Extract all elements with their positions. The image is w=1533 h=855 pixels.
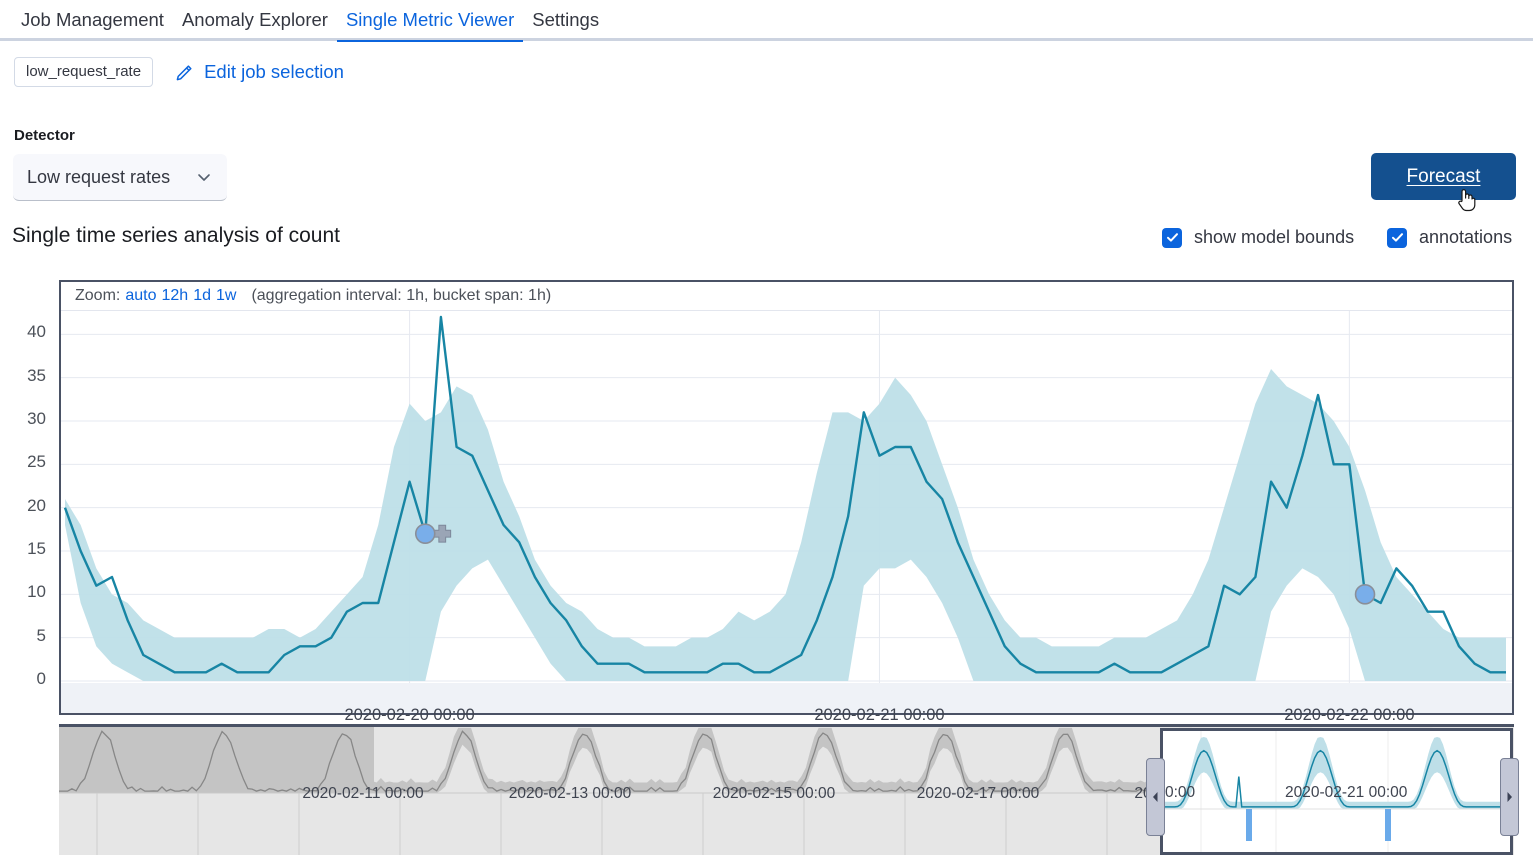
detector-label: Detector	[14, 127, 75, 144]
zoom-link-1d[interactable]: 1d	[193, 287, 211, 305]
page-title: Single time series analysis of count	[12, 224, 340, 248]
nav-tab-settings[interactable]: Settings	[523, 0, 608, 42]
brush-selection-window[interactable]: 0:00 2020-02-21 00:00	[1160, 728, 1513, 855]
y-axis-tick: 0	[37, 669, 46, 689]
job-selection-row: low_request_rate Edit job selection	[14, 57, 344, 87]
nav-tab-job-management[interactable]: Job Management	[12, 0, 173, 42]
checkmark-icon	[1387, 228, 1407, 248]
zoom-label: Zoom:	[75, 287, 120, 305]
zoom-link-12h[interactable]: 12h	[161, 287, 188, 305]
annotations-checkbox[interactable]: annotations	[1387, 227, 1512, 248]
anomaly-marker-2	[1356, 585, 1375, 604]
y-axis-tick: 5	[37, 626, 46, 646]
main-chart-frame: Zoom: auto 12h 1d 1w (aggregation interv…	[59, 280, 1514, 715]
context-x-axis-tick: 2020-02-11 00:00	[302, 785, 423, 803]
chevron-right-icon	[1505, 791, 1514, 803]
x-axis-tick: 2020-02-22 00:00	[1284, 706, 1414, 725]
annotations-label: annotations	[1419, 227, 1512, 248]
forecast-button-label: Forecast	[1407, 166, 1481, 188]
brush-annotation-marker	[1385, 809, 1391, 841]
context-x-axis-tick: 2020-02-13 00:00	[509, 785, 631, 803]
brush-annotation-marker	[1246, 809, 1252, 841]
job-badge[interactable]: low_request_rate	[14, 57, 153, 87]
edit-job-selection-button[interactable]: Edit job selection	[175, 61, 344, 83]
pencil-icon	[175, 62, 195, 82]
y-axis-tick: 35	[27, 366, 46, 386]
anomaly-marker-1	[416, 524, 435, 543]
y-axis-tick: 10	[27, 582, 46, 602]
zoom-link-1w[interactable]: 1w	[216, 287, 236, 305]
y-axis-tick: 30	[27, 409, 46, 429]
y-axis-tick: 20	[27, 496, 46, 516]
chevron-left-icon	[1151, 791, 1160, 803]
brush-handle-left[interactable]	[1146, 758, 1165, 836]
y-axis-tick: 25	[27, 452, 46, 472]
main-navigation: Job Management Anomaly Explorer Single M…	[0, 0, 1533, 41]
chevron-down-icon	[195, 168, 213, 186]
x-axis-tick: 2020-02-21 00:00	[814, 706, 944, 725]
detector-selected-value: Low request rates	[27, 167, 195, 188]
checkmark-icon	[1162, 228, 1182, 248]
main-plot-area[interactable]	[61, 311, 1512, 713]
context-x-axis-tick: 2020-02-15 00:00	[713, 785, 835, 803]
y-axis-tick: 15	[27, 539, 46, 559]
edit-job-selection-label: Edit job selection	[204, 61, 344, 83]
brush-partial-x-label: 0:00	[1165, 784, 1195, 802]
forecast-button[interactable]: Forecast	[1371, 153, 1516, 200]
show-model-bounds-checkbox[interactable]: show model bounds	[1162, 227, 1354, 248]
brush-selection-x-label: 2020-02-21 00:00	[1285, 784, 1407, 802]
brush-handle-right[interactable]	[1500, 758, 1519, 836]
y-axis-tick: 40	[27, 322, 46, 342]
pointer-hand-cursor	[1456, 187, 1478, 213]
zoom-link-auto[interactable]: auto	[125, 287, 156, 305]
nav-tab-single-metric-viewer[interactable]: Single Metric Viewer	[337, 0, 523, 42]
nav-tab-anomaly-explorer[interactable]: Anomaly Explorer	[173, 0, 337, 42]
y-axis: 0 5 10 15 20 25 30 35 40	[0, 280, 56, 715]
detector-select[interactable]: Low request rates	[13, 154, 227, 201]
aggregation-info: (aggregation interval: 1h, bucket span: …	[251, 287, 551, 305]
show-model-bounds-label: show model bounds	[1194, 227, 1354, 248]
x-axis-tick: 2020-02-20 00:00	[344, 706, 474, 725]
context-x-axis-tick: 2020-02-17 00:00	[917, 785, 1039, 803]
single-metric-viewer-page: Job Management Anomaly Explorer Single M…	[0, 0, 1533, 855]
zoom-controls: Zoom: auto 12h 1d 1w (aggregation interv…	[61, 282, 1512, 311]
